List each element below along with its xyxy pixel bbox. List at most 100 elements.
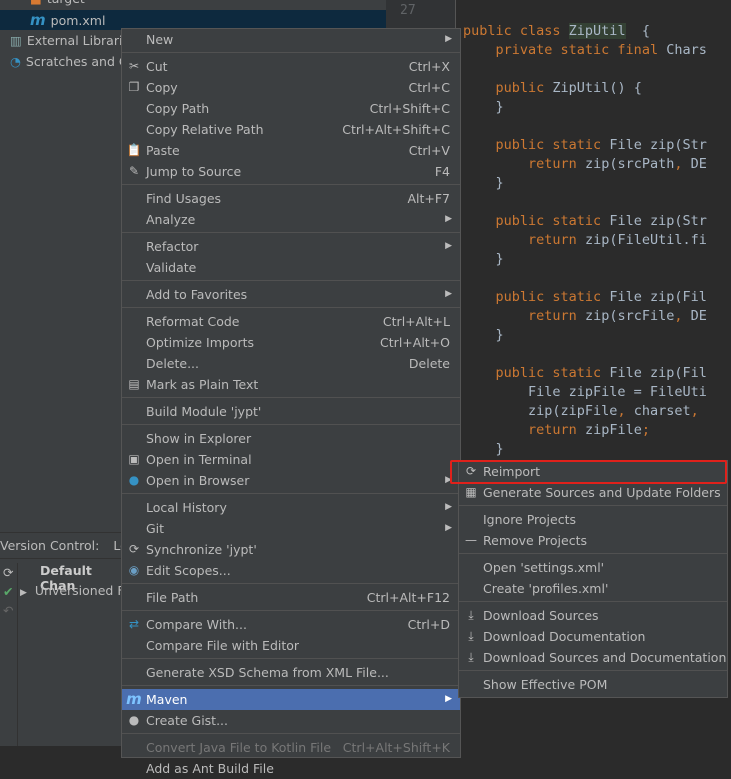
code-token: ZipUtil() { [552, 80, 642, 96]
rollback-icon[interactable]: ↶ [0, 601, 17, 620]
menu-item-label: File Path [146, 590, 199, 605]
menu-item-add-as-ant-build-file[interactable]: Add as Ant Build File [122, 758, 460, 779]
tree-item[interactable]: m pom.xml [0, 10, 386, 30]
menu-item-download-sources[interactable]: ⤓ Download Sources [459, 605, 727, 626]
menu-item-download-sources-and-documentation[interactable]: ⤓ Download Sources and Documentation [459, 647, 727, 668]
menu-item-delete[interactable]: Delete... Delete [122, 353, 460, 374]
code-line: } [463, 326, 504, 345]
menu-item-analyze[interactable]: Analyze ▶ [122, 209, 460, 230]
menu-item-label: Create 'profiles.xml' [483, 581, 609, 596]
code-line: return zip(srcPath, DE [463, 155, 707, 174]
code-token: , [674, 308, 691, 324]
code-line: return zip(srcFile, DE [463, 307, 707, 326]
download-icon: ⤓ [468, 629, 474, 643]
menu-shortcut: F4 [434, 164, 450, 179]
menu-item-edit-scopes[interactable]: ◉ Edit Scopes... [122, 560, 460, 581]
menu-item-open-in-browser[interactable]: ● Open in Browser ▶ [122, 470, 460, 491]
menu-shortcut: Ctrl+Alt+L [382, 314, 450, 329]
menu-item-copy-path[interactable]: Copy Path Ctrl+Shift+C [122, 98, 460, 119]
menu-item-ignore-projects[interactable]: Ignore Projects [459, 509, 727, 530]
code-token: File zip(Str [609, 137, 707, 153]
code-line: } [463, 250, 504, 269]
menu-item-generate-xsd-schema-from-xml-file[interactable]: Generate XSD Schema from XML File... [122, 662, 460, 683]
menu-item-new[interactable]: New ▶ [122, 29, 460, 50]
code-token: File zip(Str [609, 213, 707, 229]
code-token: zipFile [584, 422, 642, 438]
menu-item-open-settings-xml[interactable]: Open 'settings.xml' [459, 557, 727, 578]
unversioned-files[interactable]: ▶ Unversioned F [20, 583, 125, 598]
menu-item-compare-file-with-editor[interactable]: Compare File with Editor [122, 635, 460, 656]
code-token: public static [495, 365, 610, 381]
menu-item-local-history[interactable]: Local History ▶ [122, 497, 460, 518]
refresh-icon[interactable]: ⟳ [0, 563, 17, 582]
menu-item-label: Delete... [146, 356, 199, 371]
submenu-arrow-icon: ▶ [445, 241, 452, 251]
menu-item-remove-projects[interactable]: — Remove Projects [459, 530, 727, 551]
menu-item-label: Download Documentation [483, 629, 646, 644]
menu-item-validate[interactable]: Validate [122, 257, 460, 278]
menu-item-compare-with[interactable]: ⇄ Compare With... Ctrl+D [122, 614, 460, 635]
menu-item-download-documentation[interactable]: ⤓ Download Documentation [459, 626, 727, 647]
submenu-arrow-icon: ▶ [445, 475, 452, 485]
menu-item-git[interactable]: Git ▶ [122, 518, 460, 539]
menu-item-cut[interactable]: ✂ Cut Ctrl+X [122, 56, 460, 77]
menu-item-add-to-favorites[interactable]: Add to Favorites ▶ [122, 284, 460, 305]
scratches-icon: ◔ [10, 54, 21, 69]
menu-item-refactor[interactable]: Refactor ▶ [122, 236, 460, 257]
menu-item-copy[interactable]: ❐ Copy Ctrl+C [122, 77, 460, 98]
tree-item[interactable]: ◔ Scratches and C [0, 52, 128, 72]
menu-item-label: Create Gist... [146, 713, 229, 728]
menu-item-show-in-explorer[interactable]: Show in Explorer [122, 428, 460, 449]
menu-item-create-profiles-xml[interactable]: Create 'profiles.xml' [459, 578, 727, 599]
code-token: ZipUtil [568, 23, 626, 39]
code-token: zip(zipFile [463, 403, 618, 419]
menu-shortcut: Alt+F7 [407, 191, 450, 206]
expand-arrow-icon: ▶ [20, 588, 27, 598]
code-line: public static File zip(Str [463, 212, 707, 231]
code-token: } [463, 99, 504, 115]
maven-icon: m [30, 11, 46, 29]
menu-item-reimport[interactable]: ⟳ Reimport [459, 461, 727, 482]
code-token: return [528, 232, 585, 248]
code-line: return zip(FileUtil.fi [463, 231, 707, 250]
code-token: } [463, 175, 504, 191]
tree-item[interactable]: ▥ External Libraries [0, 31, 137, 51]
menu-item-mark-as-plain-text[interactable]: ▤ Mark as Plain Text [122, 374, 460, 395]
menu-item-show-effective-pom[interactable]: Show Effective POM [459, 674, 727, 695]
menu-item-optimize-imports[interactable]: Optimize Imports Ctrl+Alt+O [122, 332, 460, 353]
menu-item-generate-sources-and-update-folders[interactable]: ▦ Generate Sources and Update Folders [459, 482, 727, 503]
code-line: } [463, 174, 504, 193]
code-line: } [463, 98, 504, 117]
github-icon: ● [128, 713, 140, 727]
code-token: } [463, 441, 504, 457]
submenu-arrow-icon: ▶ [445, 214, 452, 224]
line-number: 27 [400, 3, 416, 18]
menu-item-paste[interactable]: 📋 Paste Ctrl+V [122, 140, 460, 161]
menu-item-find-usages[interactable]: Find Usages Alt+F7 [122, 188, 460, 209]
menu-item-synchronize-jypt[interactable]: ⟳ Synchronize 'jypt' [122, 539, 460, 560]
menu-item-label: Show Effective POM [483, 677, 608, 692]
code-line: File zipFile = FileUti [463, 383, 707, 402]
code-token: return [528, 422, 585, 438]
menu-item-file-path[interactable]: File Path Ctrl+Alt+F12 [122, 587, 460, 608]
menu-item-label: Find Usages [146, 191, 222, 206]
menu-item-reformat-code[interactable]: Reformat Code Ctrl+Alt+L [122, 311, 460, 332]
menu-item-label: Maven [146, 692, 188, 707]
menu-item-copy-relative-path[interactable]: Copy Relative Path Ctrl+Alt+Shift+C [122, 119, 460, 140]
menu-item-maven[interactable]: m Maven ▶ [122, 689, 460, 710]
menu-item-build-module-jypt[interactable]: Build Module 'jypt' [122, 401, 460, 422]
folder-icon: ■ [30, 0, 42, 6]
menu-item-jump-to-source[interactable]: ✎ Jump to Source F4 [122, 161, 460, 182]
commit-check-icon[interactable]: ✔ [0, 582, 17, 601]
menu-shortcut: Delete [408, 356, 450, 371]
menu-item-create-gist[interactable]: ● Create Gist... [122, 710, 460, 731]
menu-item-open-in-terminal[interactable]: ▣ Open in Terminal [122, 449, 460, 470]
menu-item-label: Local History [146, 500, 227, 515]
menu-item-label: Open 'settings.xml' [483, 560, 605, 575]
tree-item[interactable]: ■ target [0, 0, 85, 9]
code-token: DE [690, 308, 707, 324]
